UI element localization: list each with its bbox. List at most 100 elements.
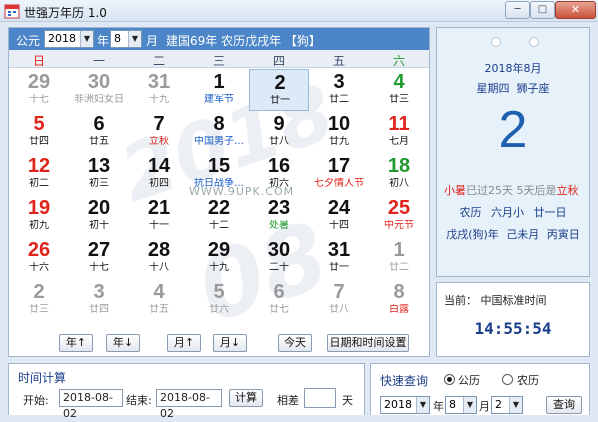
query-day-select[interactable]: 2 ▼: [491, 396, 523, 414]
day-cell[interactable]: 5 廿四: [9, 111, 69, 153]
day-cell[interactable]: 30 非洲妇女日: [69, 69, 129, 111]
day-cell[interactable]: 6 廿七: [249, 279, 309, 321]
prev-month-button[interactable]: 月↑: [167, 334, 201, 352]
day-number: 31: [147, 71, 171, 93]
prev-year-button[interactable]: 年↑: [59, 334, 93, 352]
day-cell[interactable]: 3 廿四: [69, 279, 129, 321]
day-cell[interactable]: 7 廿八: [309, 279, 369, 321]
end-date-input[interactable]: 2018-08-02: [156, 389, 222, 420]
day-cell[interactable]: 18 初八: [369, 153, 429, 195]
day-cell[interactable]: 3 廿二: [309, 69, 369, 111]
query-month-select[interactable]: 8 ▼: [445, 396, 477, 414]
diff-days-input[interactable]: [304, 388, 336, 408]
day-cell[interactable]: 24 十四: [309, 195, 369, 237]
close-button[interactable]: ✕: [555, 1, 596, 19]
day-lunar-text: 十九: [149, 94, 169, 105]
day-cell[interactable]: 2 廿一: [249, 69, 309, 111]
day-cell[interactable]: 14 初四: [129, 153, 189, 195]
day-cell[interactable]: 28 十八: [129, 237, 189, 279]
query-year-value: 2018: [384, 398, 412, 411]
day-cell[interactable]: 11 七月: [369, 111, 429, 153]
day-cell[interactable]: 23 处暑: [249, 195, 309, 237]
day-number: 9: [273, 113, 285, 135]
day-cell[interactable]: 4 廿三: [369, 69, 429, 111]
day-cell[interactable]: 29 十九: [189, 237, 249, 279]
datetime-settings-button[interactable]: 日期和时间设置: [327, 334, 409, 352]
clock-display: 14:55:54: [474, 319, 552, 338]
day-cell[interactable]: 19 初九: [9, 195, 69, 237]
start-date-input[interactable]: 2018-08-02: [59, 389, 123, 420]
day-number: 23: [267, 197, 291, 219]
day-cell[interactable]: 30 二十: [249, 237, 309, 279]
lunar-radio[interactable]: [502, 374, 513, 385]
day-cell[interactable]: 29 十七: [9, 69, 69, 111]
day-lunar-text: 非洲妇女日: [74, 94, 124, 105]
day-lunar-text: 中元节: [384, 220, 414, 231]
day-cell[interactable]: 31 廿一: [309, 237, 369, 279]
query-year-select[interactable]: 2018 ▼: [380, 396, 430, 414]
day-number: 2: [33, 281, 45, 303]
day-number: 24: [327, 197, 351, 219]
lunar-label: 农历: [459, 206, 482, 219]
day-number: 25: [387, 197, 411, 219]
day-lunar-text: 初十: [89, 220, 109, 231]
day-cell[interactable]: 8 中国男子…: [189, 111, 249, 153]
day-lunar-text: 白露: [389, 304, 409, 315]
day-cell[interactable]: 13 初三: [69, 153, 129, 195]
query-title: 快速查询: [380, 374, 429, 388]
navigation-row: 年↑ 年↓ 月↑ 月↓ 今天 日期和时间设置: [9, 334, 429, 356]
day-number: 15: [207, 155, 231, 177]
day-number: 29: [207, 239, 231, 261]
day-number: 1: [393, 239, 405, 261]
day-lunar-text: 十七: [29, 94, 49, 105]
day-cell[interactable]: 25 中元节: [369, 195, 429, 237]
day-cell[interactable]: 4 廿五: [129, 279, 189, 321]
lunar-date-line: 农历 六月小 廿一日: [437, 204, 589, 220]
weekday-label: 一: [92, 54, 105, 68]
next-year-button[interactable]: 年↓: [106, 334, 140, 352]
day-lunar-text: 初三: [89, 178, 109, 189]
day-cell[interactable]: 2 廿三: [9, 279, 69, 321]
day-number: 12: [27, 155, 51, 177]
day-cell[interactable]: 1 廿二: [369, 237, 429, 279]
day-lunar-text: 初八: [389, 178, 409, 189]
today-button[interactable]: 今天: [278, 334, 312, 352]
next-month-button[interactable]: 月↓: [213, 334, 247, 352]
gregorian-label: 公历: [458, 374, 480, 387]
start-label: 开始:: [23, 394, 49, 407]
day-cell[interactable]: 9 廿八: [249, 111, 309, 153]
day-cell[interactable]: 26 十六: [9, 237, 69, 279]
day-number: 5: [213, 281, 225, 303]
day-cell[interactable]: 20 初十: [69, 195, 129, 237]
year-select[interactable]: 2018 ▼: [44, 30, 94, 48]
day-cell[interactable]: 22 十二: [189, 195, 249, 237]
day-lunar-text: 廿二: [329, 94, 349, 105]
calculate-button[interactable]: 计算: [229, 389, 263, 407]
day-cell[interactable]: 7 立秋: [129, 111, 189, 153]
day-cell[interactable]: 10 廿九: [309, 111, 369, 153]
zodiac-text: 狮子座: [516, 82, 550, 95]
maximize-button[interactable]: □: [530, 1, 555, 19]
minimize-button[interactable]: ─: [505, 1, 530, 19]
day-cell[interactable]: 8 白露: [369, 279, 429, 321]
gregorian-radio[interactable]: [444, 374, 455, 385]
ganzhi-day: 丙寅日: [546, 228, 580, 241]
day-cell[interactable]: 1 建军节: [189, 69, 249, 111]
month-select[interactable]: 8 ▼: [110, 30, 142, 48]
day-cell[interactable]: 12 初二: [9, 153, 69, 195]
day-lunar-text: 初九: [29, 220, 49, 231]
day-lunar-text: 初四: [149, 178, 169, 189]
end-label: 结束:: [126, 394, 152, 407]
day-lunar-text: 廿四: [29, 136, 49, 147]
day-cell[interactable]: 17 七夕情人节: [309, 153, 369, 195]
day-cell[interactable]: 21 十一: [129, 195, 189, 237]
day-lunar-text: 廿九: [329, 136, 349, 147]
chevron-down-icon: ▼: [416, 397, 429, 413]
day-cell[interactable]: 27 十七: [69, 237, 129, 279]
day-cell[interactable]: 31 十九: [129, 69, 189, 111]
day-number: 11: [388, 113, 410, 135]
day-lunar-text: 十八: [149, 262, 169, 273]
query-button[interactable]: 查询: [546, 396, 582, 414]
day-cell[interactable]: 6 廿五: [69, 111, 129, 153]
day-cell[interactable]: 5 廿六: [189, 279, 249, 321]
